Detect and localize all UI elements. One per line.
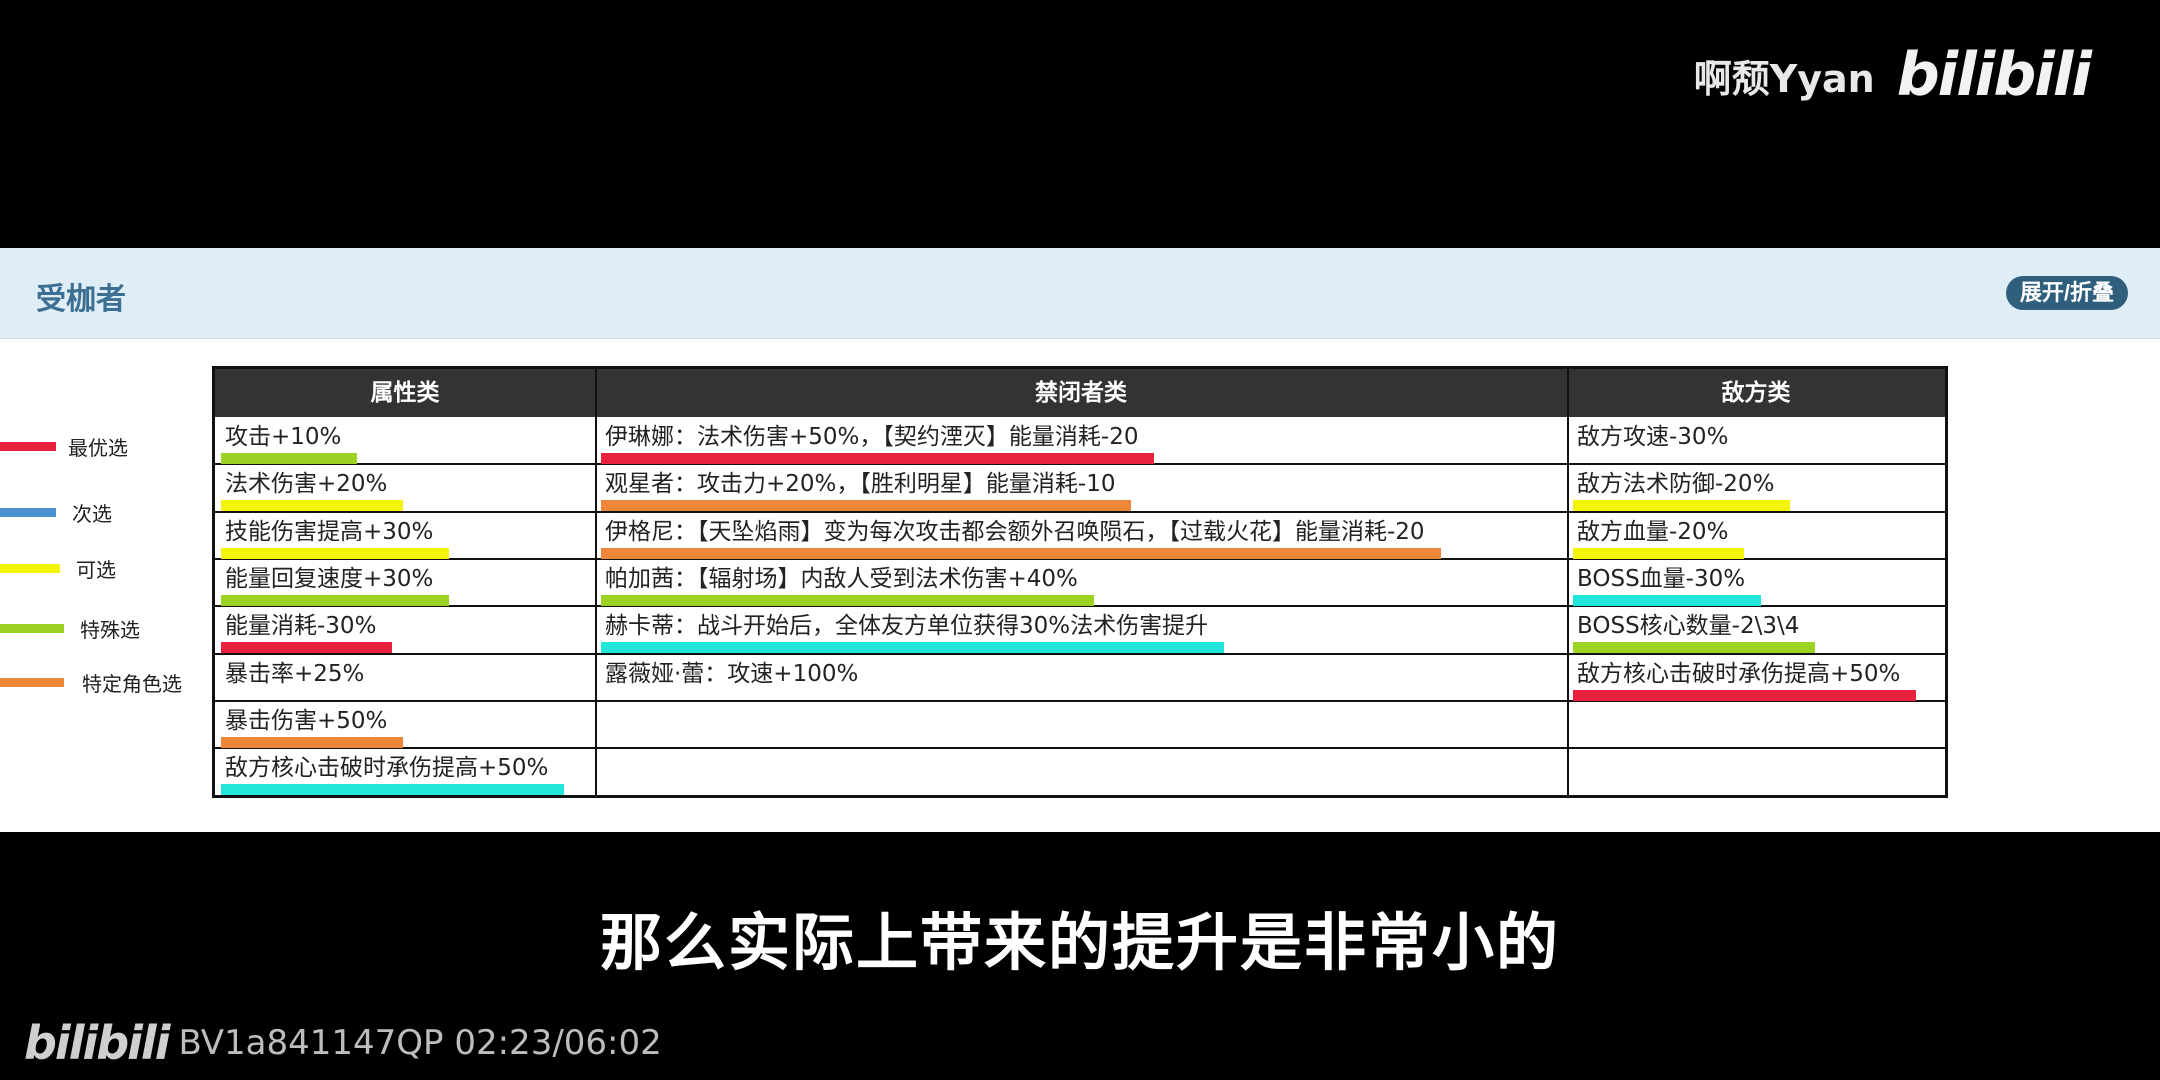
table-cell: 伊琳娜：法术伤害+50%，【契约湮灭】能量消耗-20: [601, 417, 1563, 464]
row-divider: [595, 747, 1567, 750]
table-cell: 攻击+10%: [221, 417, 591, 464]
table-cell: 技能伤害提高+30%: [221, 512, 591, 559]
table-cell: 敌方核心击破时承伤提高+50%: [1573, 654, 1941, 701]
table-cell: 敌方核心击破时承伤提高+50%: [221, 748, 591, 796]
cell-text: BOSS核心数量-2\3\4: [1577, 613, 1800, 640]
table-cell: 法术伤害+20%: [221, 464, 591, 512]
legend-item-optional: 可选: [0, 552, 220, 582]
priority-underline: [221, 736, 403, 748]
priority-underline: [1573, 642, 1815, 654]
legend-label: 特殊选: [80, 618, 140, 642]
watermark-top: 啊颓Yyan bilibili: [1693, 40, 2092, 110]
priority-underline: [601, 642, 1224, 654]
cell-text: 技能伤害提高+30%: [225, 518, 434, 545]
legend-item-best: 最优选: [0, 430, 220, 460]
cell-text: 法术伤害+20%: [225, 471, 388, 498]
header-attributes: 属性类: [370, 380, 440, 406]
table-cell: 暴击伤害+50%: [221, 701, 591, 748]
expand-collapse-button[interactable]: 展开/折叠: [2005, 276, 2128, 310]
priority-underline: [221, 453, 357, 464]
cell-text: 敌方核心击破时承伤提高+50%: [225, 755, 549, 782]
panel-title: 受枷者: [36, 282, 126, 317]
cell-text: 伊琳娜：法术伤害+50%，【契约湮灭】能量消耗-20: [605, 424, 1139, 450]
uploader-name: 啊颓Yyan: [1693, 56, 1875, 101]
table-cell: 伊格尼：【天坠焰雨】变为每次攻击都会额外召唤陨石，【过载火花】能量消耗-20: [601, 512, 1563, 559]
table-header-row: 属性类 禁闭者类 敌方类: [215, 369, 1945, 417]
video-id-time: BV1a841147QP 02:23/06:02: [178, 1023, 662, 1063]
cell-text: 攻击+10%: [225, 424, 342, 450]
table-cell: 观星者：攻击力+20%，【胜利明星】能量消耗-10: [601, 464, 1563, 512]
legend-swatch: [0, 564, 60, 573]
legend-item-second: 次选: [0, 496, 220, 526]
table-cell: BOSS血量-30%: [1573, 559, 1941, 606]
priority-underline: [1573, 500, 1790, 512]
priority-underline: [221, 500, 403, 512]
legend-label: 可选: [76, 558, 116, 582]
priority-underline: [221, 594, 449, 606]
table-cell: 赫卡蒂：战斗开始后，全体友方单位获得30%法术伤害提升: [601, 606, 1563, 654]
table-cell: 能量回复速度+30%: [221, 559, 591, 606]
table-cell: 帕加茜：【辐射场】内敌人受到法术伤害+40%: [601, 559, 1563, 606]
modifier-table: 属性类 禁闭者类 敌方类 攻击+10% 法术伤害+20% 技能伤害提高+30% 能量回…: [212, 366, 1948, 798]
priority-underline: [221, 547, 449, 559]
priority-underline: [221, 784, 564, 796]
legend-label: 最优选: [68, 436, 128, 460]
cell-text: 暴击伤害+50%: [225, 707, 388, 734]
priority-underline: [1573, 689, 1916, 701]
priority-underline: [601, 547, 1441, 559]
video-subtitle: 那么实际上带来的提升是非常小的: [599, 906, 1560, 979]
cell-text: 敌方法术防御-20%: [1577, 471, 1775, 498]
legend-swatch: [0, 442, 56, 451]
cell-text: 帕加茜：【辐射场】内敌人受到法术伤害+40%: [605, 565, 1078, 592]
cell-text: 敌方血量-20%: [1577, 518, 1729, 545]
cell-text: 赫卡蒂：战斗开始后，全体友方单位获得30%法术伤害提升: [605, 613, 1209, 640]
table-cell: 敌方血量-20%: [1573, 512, 1941, 559]
cell-text: 暴击率+25%: [225, 660, 365, 687]
legend-item-specific-character: 特定角色选: [0, 666, 220, 696]
priority-underline: [601, 500, 1131, 512]
cell-text: 露薇娅·蕾：攻速+100%: [605, 660, 859, 687]
priority-underline: [1573, 547, 1744, 559]
cell-text: 观星者：攻击力+20%，【胜利明星】能量消耗-10: [605, 471, 1116, 498]
priority-underline: [1573, 594, 1761, 606]
table-cell: BOSS核心数量-2\3\4: [1573, 606, 1941, 654]
legend-label: 特定角色选: [82, 672, 182, 696]
priority-underline: [601, 453, 1154, 464]
priority-underline: [221, 642, 392, 654]
cell-text: 敌方攻速-30%: [1577, 424, 1729, 450]
cell-text: 敌方核心击破时承伤提高+50%: [1577, 660, 1901, 687]
table-cell: 暴击率+25%: [225, 654, 591, 701]
cell-text: 能量消耗-30%: [225, 613, 377, 640]
cell-text: 能量回复速度+30%: [225, 565, 434, 592]
table-cell: 敌方法术防御-20%: [1573, 464, 1941, 512]
table-cell: 露薇娅·蕾：攻速+100%: [605, 654, 1563, 701]
legend-item-special: 特殊选: [0, 612, 220, 642]
header-enemies: 敌方类: [1721, 380, 1791, 406]
table-cell: 敌方攻速-30%: [1577, 417, 1941, 464]
legend-swatch: [0, 508, 56, 517]
row-divider: [1567, 747, 1945, 750]
watermark-bottom: bilibili BV1a841147QP 02:23/06:02: [24, 1016, 662, 1070]
priority-underline: [601, 594, 1094, 606]
bilibili-logo-icon: bilibili: [24, 1016, 170, 1070]
cell-text: BOSS血量-30%: [1577, 565, 1746, 592]
column-divider: [1567, 369, 1569, 795]
panel-header: 受枷者 展开/折叠: [0, 248, 2160, 339]
bilibili-logo-icon: bilibili: [1896, 40, 2092, 110]
column-divider: [595, 369, 597, 795]
legend-label: 次选: [72, 502, 112, 526]
cell-text: 伊格尼：【天坠焰雨】变为每次攻击都会额外召唤陨石，【过载火花】能量消耗-20: [605, 518, 1425, 545]
table-cell: 能量消耗-30%: [221, 606, 591, 654]
legend-swatch: [0, 624, 64, 633]
legend-swatch: [0, 678, 64, 687]
header-prisoners: 禁闭者类: [1035, 380, 1127, 406]
